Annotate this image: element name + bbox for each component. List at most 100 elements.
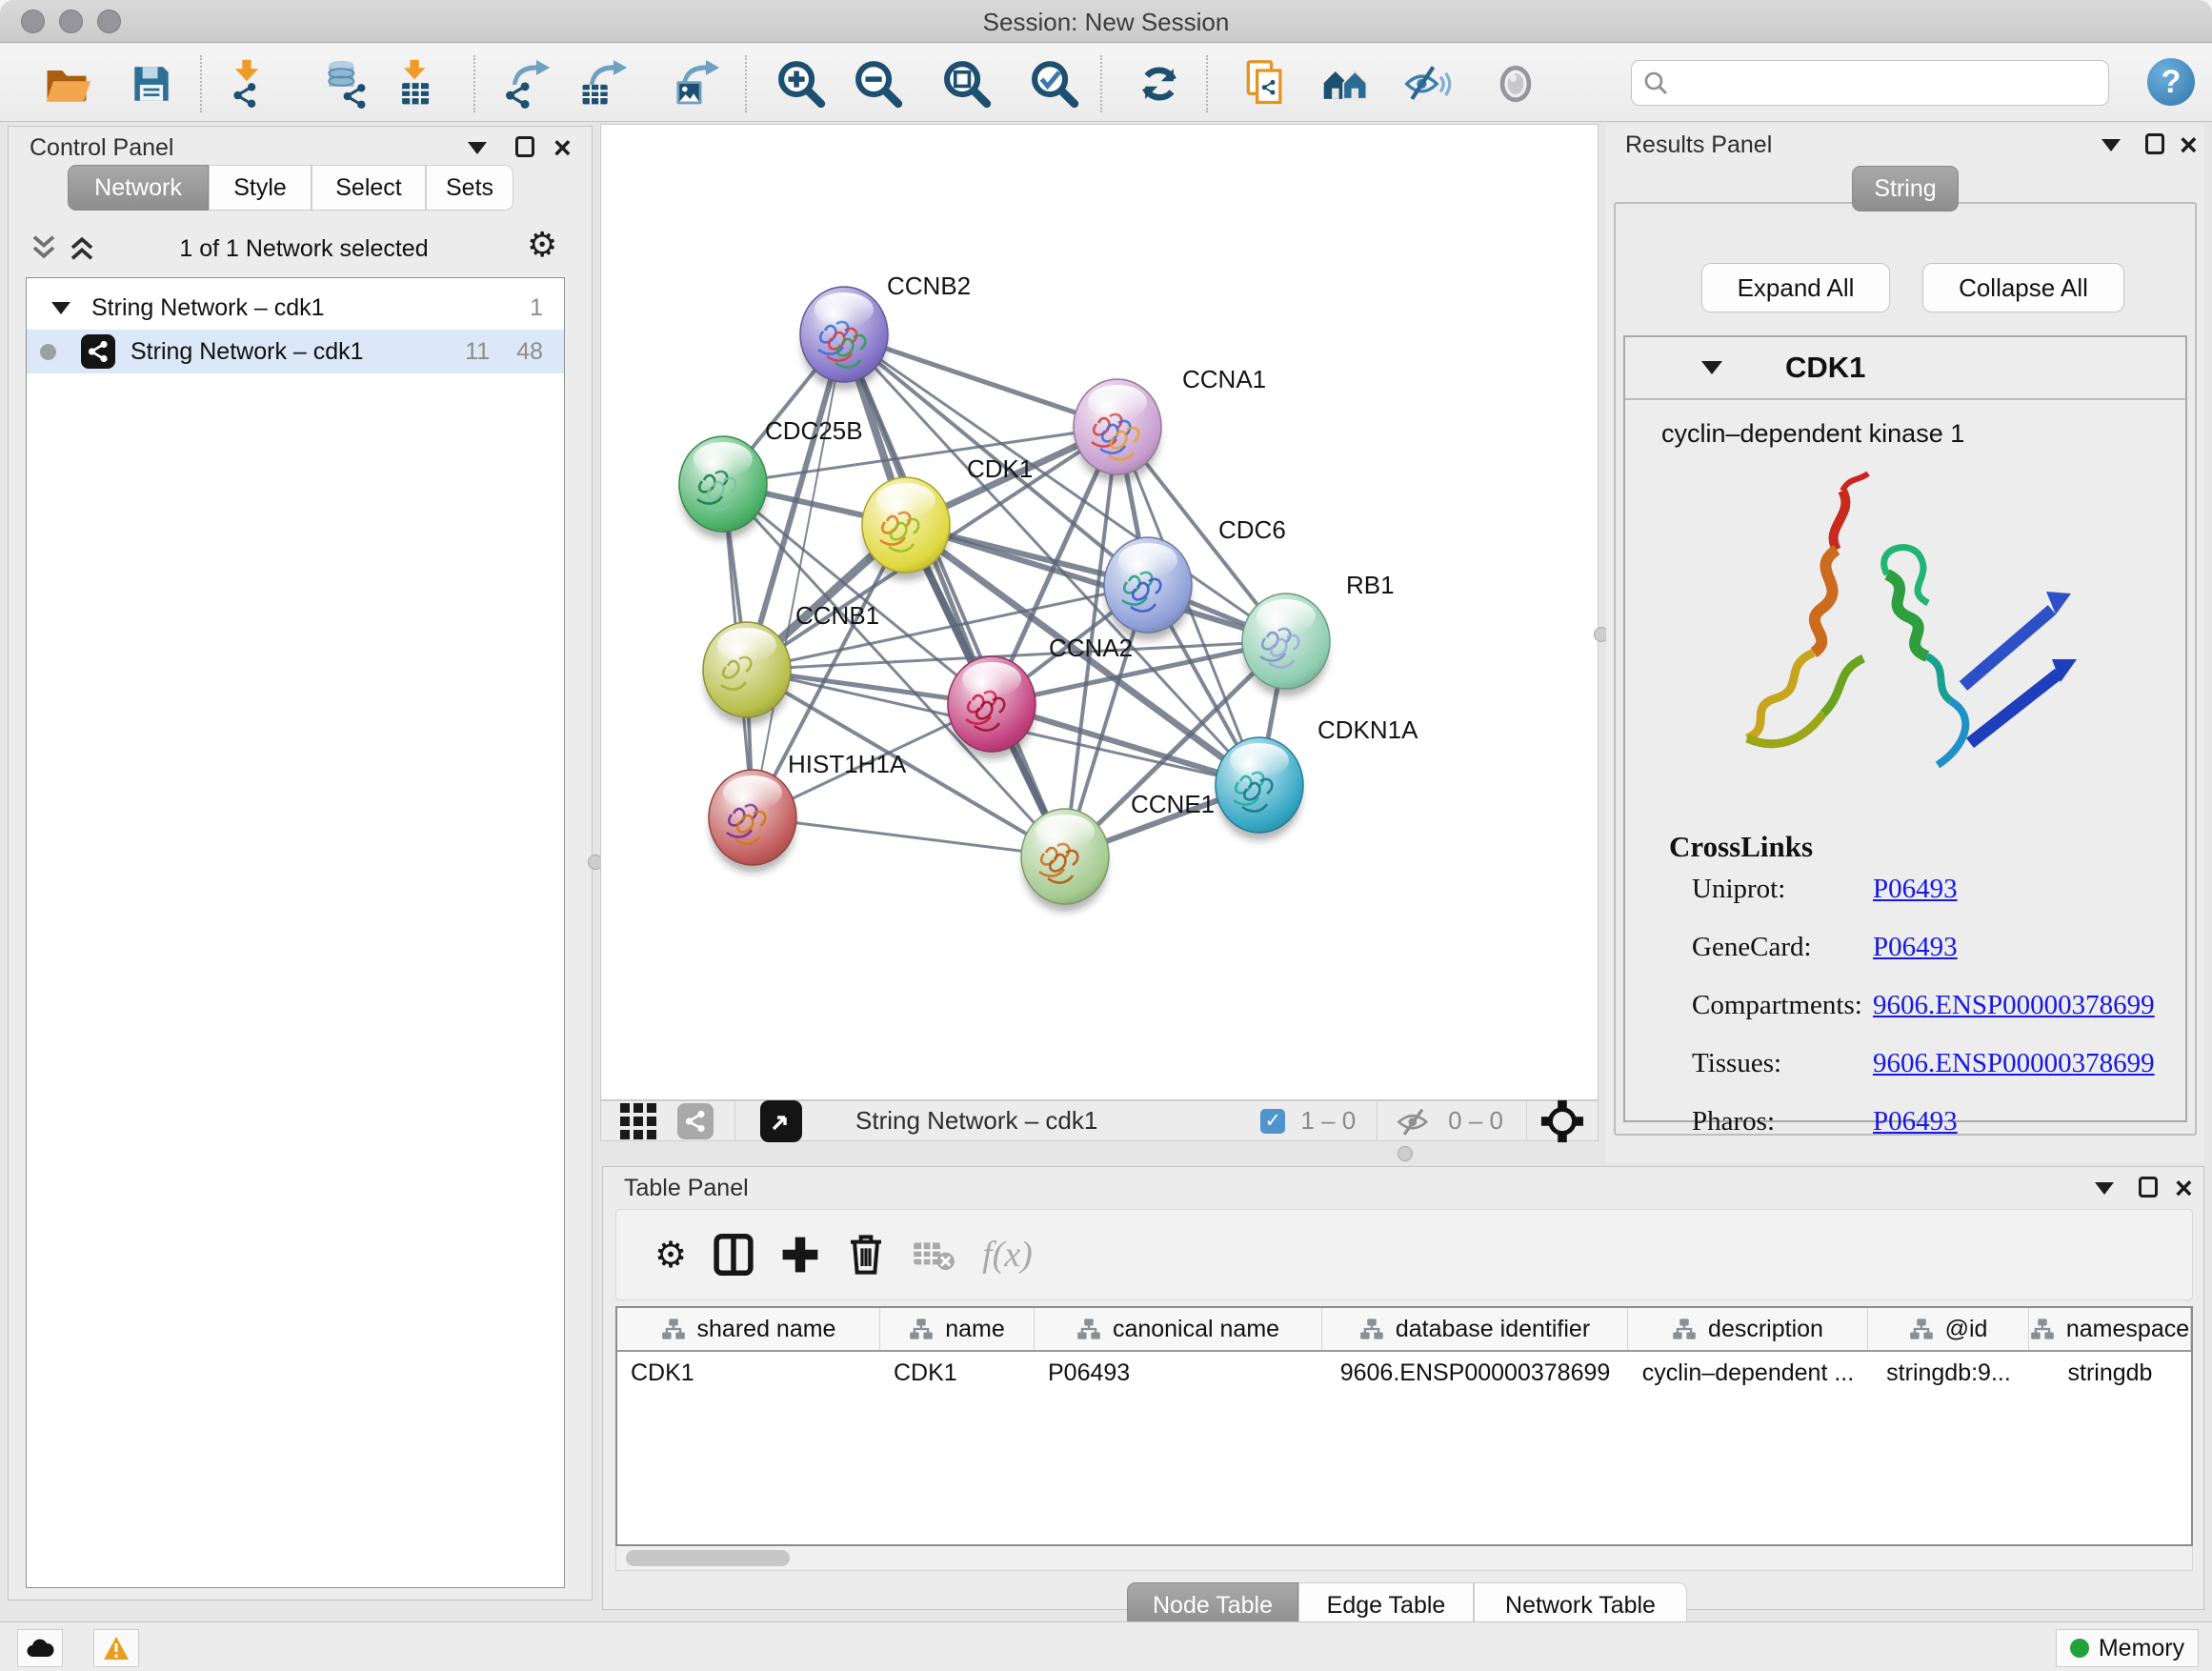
crosshair-icon[interactable] [1540,1099,1584,1143]
tree-column-icon [1672,1318,1697,1340]
network-node[interactable]: CDKN1A [1216,715,1418,840]
table-panel-menu-button[interactable] [2095,1182,2114,1199]
import-network-from-database-button[interactable] [318,56,373,111]
column-header-database-identifier[interactable]: database identifier [1322,1308,1628,1350]
grid-view-icon[interactable] [620,1103,656,1139]
tab-string[interactable]: String [1852,166,1959,211]
results-panel-title: Results Panel [1625,131,1772,159]
table-settings-gear-icon[interactable]: ⚙ [654,1234,687,1276]
horizontal-splitter-handle[interactable] [1398,1146,1413,1161]
tree-expand-icon[interactable] [51,302,70,314]
column-header--id[interactable]: @id [1868,1308,2029,1350]
tab-network[interactable]: Network [68,165,209,211]
crosslink-url[interactable]: P06493 [1873,874,1958,905]
hidden-eye-icon[interactable] [1395,1105,1435,1137]
memory-button[interactable]: Memory [2056,1629,2199,1667]
table-cell[interactable]: 9606.ENSP00000378699 [1322,1359,1628,1387]
crosslink-url[interactable]: 9606.ENSP00000378699 [1873,990,2155,1021]
crosslink-url[interactable]: 9606.ENSP00000378699 [1873,1048,2155,1079]
network-edge[interactable] [753,817,1065,856]
table-cell[interactable]: CDK1 [880,1359,1035,1387]
delete-trash-icon[interactable] [847,1233,885,1277]
export-table-button[interactable] [575,56,631,111]
scrollbar-thumb[interactable] [626,1550,790,1566]
tab-select[interactable]: Select [312,165,426,211]
network-row-selected[interactable]: String Network – cdk1 11 48 [27,330,564,373]
import-network-button[interactable] [219,56,274,111]
search-input[interactable] [1631,60,2109,106]
network-node[interactable]: CCNA1 [1074,365,1266,482]
table-row[interactable]: CDK1CDK1P064939606.ENSP00000378699cyclin… [617,1352,2191,1394]
column-header-name[interactable]: name [880,1308,1035,1350]
results-panel-float-button[interactable] [2145,133,2164,159]
open-session-button[interactable] [39,56,94,111]
results-panel-close-button[interactable]: × [2180,130,2198,160]
expand-all-button[interactable]: Expand All [1701,263,1890,312]
add-column-icon[interactable] [780,1235,820,1275]
column-header-description[interactable]: description [1628,1308,1868,1350]
export-image-button[interactable] [668,56,723,111]
table-cell[interactable]: CDK1 [617,1359,880,1387]
columns-icon[interactable] [714,1234,754,1276]
network-node[interactable]: HIST1H1A [709,750,907,873]
collapse-all-button[interactable]: Collapse All [1922,263,2124,312]
control-panel-close-button[interactable]: × [553,132,572,163]
column-header-canonical-name[interactable]: canonical name [1035,1308,1322,1350]
network-canvas[interactable]: CCNB2CCNA1CDC25BCDK1CDC6RB1CCNB1CCNA2CDK… [600,124,1599,1100]
show-all-networks-button[interactable] [1318,56,1374,111]
table-cell[interactable]: cyclin–dependent ... [1628,1359,1868,1387]
expand-all-networks-button[interactable] [68,233,96,262]
search-field[interactable] [1676,69,2108,97]
save-session-button[interactable] [124,56,179,111]
zoom-selected-button[interactable] [1027,56,1082,111]
crosslink-url[interactable]: P06493 [1873,932,1958,963]
warning-status-button[interactable] [93,1629,139,1667]
tab-sets[interactable]: Sets [426,165,513,211]
gene-header-row[interactable]: CDK1 [1625,337,2185,400]
network-node-label: CCNB1 [795,601,879,630]
help-button[interactable]: ? [2147,58,2195,106]
refresh-icon [1134,58,1185,110]
toggle-eye-button[interactable] [1488,56,1543,111]
import-table-button[interactable] [389,56,444,111]
gray-eye-icon [1490,58,1541,110]
cloud-status-button[interactable] [17,1629,63,1667]
table-panel-close-button[interactable]: × [2175,1173,2193,1203]
tab-style[interactable]: Style [209,165,312,211]
network-edge[interactable] [753,334,844,817]
control-panel-menu-button[interactable] [468,142,487,159]
detach-view-button[interactable] [760,1100,802,1142]
copy-network-button[interactable] [1237,56,1293,111]
zoom-out-button[interactable] [851,56,906,111]
collapse-all-networks-button[interactable] [30,233,58,262]
zoom-fit-button[interactable] [939,56,995,111]
network-node[interactable]: RB1 [1242,571,1395,696]
network-view-icon[interactable] [677,1103,714,1139]
status-separator [734,1100,735,1141]
column-header-shared-name[interactable]: shared name [617,1308,880,1350]
network-collection-row[interactable]: String Network – cdk1 1 [27,286,564,330]
network-node-label: RB1 [1346,571,1395,599]
gene-card: CDK1 cyclin–dependent kinase 1 [1623,335,2187,1122]
zoom-in-button[interactable] [774,56,829,111]
crosslink-row: Pharos:P06493 [1692,1106,2185,1137]
table-cell[interactable]: stringdb [2029,1359,2191,1387]
network-graph[interactable]: CCNB2CCNA1CDC25BCDK1CDC6RB1CCNB1CCNA2CDK… [601,125,1598,1099]
network-edge-count: 48 [516,338,543,366]
table-horizontal-scrollbar[interactable] [615,1546,2193,1571]
tree-column-icon [661,1318,686,1340]
hide-selection-button[interactable] [1399,56,1455,111]
crosslink-url[interactable]: P06493 [1873,1106,1958,1137]
column-header-namespace[interactable]: namespace [2029,1308,2191,1350]
table-cell[interactable]: P06493 [1035,1359,1322,1387]
refresh-button[interactable] [1132,56,1187,111]
control-panel-float-button[interactable] [515,136,534,162]
selected-checkbox[interactable]: ✓ [1260,1109,1285,1134]
export-network-button[interactable] [498,56,553,111]
table-cell[interactable]: stringdb:9... [1868,1359,2029,1387]
results-panel-menu-button[interactable] [2101,139,2121,156]
zoom-in-icon [775,58,827,110]
network-node[interactable]: CCNB2 [800,272,971,390]
gear-icon[interactable]: ⚙ [527,226,557,265]
table-panel-float-button[interactable] [2139,1177,2158,1202]
